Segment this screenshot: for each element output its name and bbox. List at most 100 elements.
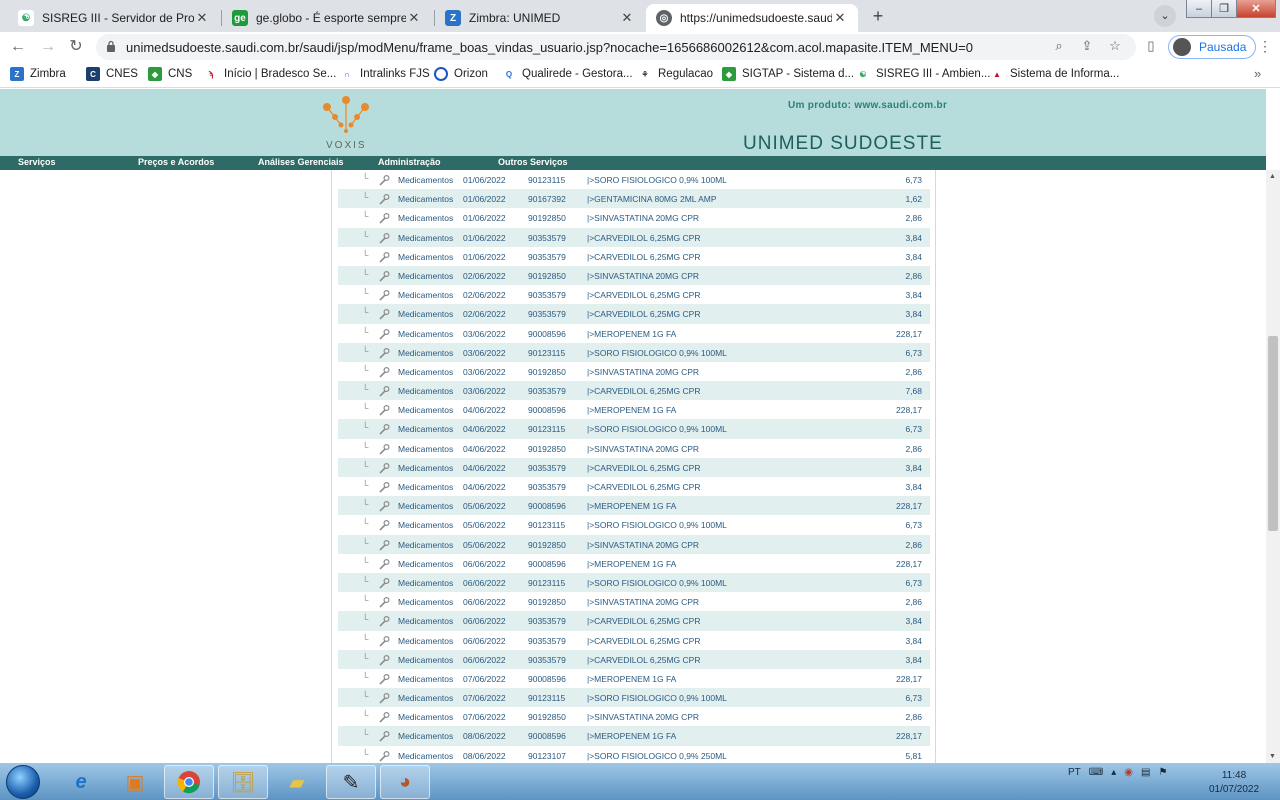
file-explorer-icon[interactable]: 🗄 (218, 765, 268, 799)
menu-administracao[interactable]: Administração (378, 157, 441, 167)
more-menu-icon[interactable]: ⋮ (1258, 38, 1272, 55)
forward-arrow-icon[interactable]: → (38, 37, 58, 57)
menu-analises-gerenciais[interactable]: Análises Gerenciais (258, 157, 344, 167)
more-bookmarks-icon[interactable]: » (1254, 66, 1261, 81)
menu-precos-acordos[interactable]: Preços e Acordos (138, 157, 214, 167)
keyboard-icon[interactable]: ⌨ (1089, 767, 1103, 778)
tab-search-button[interactable]: ⌄ (1154, 5, 1176, 27)
chrome-icon[interactable] (164, 765, 214, 799)
tab-unimed-active[interactable]: ◎ https://unimedsudoeste.saudi.com.br ✕ (646, 4, 858, 32)
table-row[interactable]: └ Medicamentos 01/06/2022 90353579 |>CARVEDI… (338, 227, 930, 247)
edit-wrench-icon[interactable] (378, 404, 390, 416)
edit-wrench-icon[interactable] (378, 328, 390, 340)
table-row[interactable]: └ Medicamentos 04/06/2022 90192850 |>SINVAST… (338, 439, 930, 458)
scroll-down-arrow-icon[interactable]: ▼ (1269, 753, 1276, 760)
table-row[interactable]: └ Medicamentos 04/06/2022 90353579 |>CARVEDI… (338, 477, 930, 496)
table-row[interactable]: └ Medicamentos 06/06/2022 90353579 |>CARVEDI… (338, 611, 930, 631)
edit-wrench-icon[interactable] (378, 635, 390, 647)
system-clock[interactable]: 11:48 01/07/2022 (1196, 769, 1272, 797)
table-row[interactable]: └ Medicamentos 05/06/2022 90008596 |>MEROPEN… (338, 496, 930, 516)
bookmark-item[interactable]: ▲ Sistema de Informa... (990, 67, 1119, 81)
edit-wrench-icon[interactable] (378, 174, 390, 186)
table-row[interactable]: └ Medicamentos 01/06/2022 90192850 |>SINVAST… (338, 208, 930, 227)
edit-wrench-icon[interactable] (378, 385, 390, 397)
edit-wrench-icon[interactable] (378, 232, 390, 244)
bookmark-item[interactable]: ◆ CNS (148, 67, 192, 81)
folder-icon[interactable]: ▰ (272, 765, 322, 799)
table-row[interactable]: └ Medicamentos 03/06/2022 90008596 |>MEROPEN… (338, 324, 930, 343)
edit-wrench-icon[interactable] (378, 673, 390, 685)
vertical-scrollbar[interactable]: ▲ ▼ (1266, 170, 1280, 763)
edit-wrench-icon[interactable] (378, 539, 390, 551)
edit-wrench-icon[interactable] (378, 423, 390, 436)
edit-wrench-icon[interactable] (378, 654, 390, 666)
edit-wrench-icon[interactable] (378, 251, 390, 263)
table-row[interactable]: └ Medicamentos 06/06/2022 90353579 |>CARVEDI… (338, 649, 930, 669)
table-row[interactable]: └ Medicamentos 01/06/2022 90123115 |>SORO FI… (338, 170, 930, 189)
edit-wrench-icon[interactable] (378, 462, 390, 474)
reload-icon[interactable]: ↻ (66, 37, 86, 57)
tab-zimbra[interactable]: Z Zimbra: UNIMED ✕ (435, 4, 645, 32)
edit-wrench-icon[interactable] (378, 347, 390, 359)
network-icon[interactable]: ▤ (1141, 767, 1150, 778)
table-row[interactable]: └ Medicamentos 06/06/2022 90008596 |>MEROPEN… (338, 554, 930, 573)
minimize-button[interactable]: – (1186, 0, 1212, 18)
table-row[interactable]: └ Medicamentos 01/06/2022 90353579 |>CARVEDI… (338, 247, 930, 266)
table-row[interactable]: └ Medicamentos 06/06/2022 90353579 |>CARVEDI… (338, 631, 930, 650)
table-row[interactable]: └ Medicamentos 05/06/2022 90192850 |>SINVAST… (338, 534, 930, 554)
edit-wrench-icon[interactable] (378, 730, 390, 743)
zoom-icon[interactable]: ⌕ (1050, 37, 1068, 55)
language-indicator[interactable]: PT (1068, 767, 1081, 778)
bookmark-item[interactable]: ◆ SIGTAP - Sistema d... (722, 67, 854, 81)
edit-wrench-icon[interactable] (378, 711, 390, 723)
bookmark-item[interactable]: Q Qualirede - Gestora... (502, 67, 633, 81)
table-row[interactable]: └ Medicamentos 04/06/2022 90123115 |>SORO FI… (338, 419, 930, 439)
table-row[interactable]: └ Medicamentos 04/06/2022 90008596 |>MEROPEN… (338, 400, 930, 419)
edit-wrench-icon[interactable] (378, 481, 390, 493)
edit-wrench-icon[interactable] (378, 692, 390, 704)
table-row[interactable]: └ Medicamentos 06/06/2022 90123115 |>SORO FI… (338, 572, 930, 593)
bookmark-star-icon[interactable]: ☆ (1106, 37, 1124, 55)
bookmark-item[interactable]: ☯ SISREG III - Ambien... (856, 67, 990, 81)
syringe-app-icon[interactable]: ✎ (326, 765, 376, 799)
edit-wrench-icon[interactable] (378, 577, 390, 589)
share-icon[interactable]: ⇪ (1078, 37, 1096, 55)
back-arrow-icon[interactable]: ← (8, 37, 28, 57)
table-row[interactable]: └ Medicamentos 07/06/2022 90192850 |>SINVAST… (338, 707, 930, 726)
table-row[interactable]: └ Medicamentos 01/06/2022 90167392 |>GENTAMI… (338, 189, 930, 209)
side-panel-icon[interactable]: ▯ (1142, 37, 1160, 55)
table-row[interactable]: └ Medicamentos 03/06/2022 90192850 |>SINVAST… (338, 362, 930, 381)
scrollbar-thumb[interactable] (1268, 336, 1278, 531)
menu-outros-servicos[interactable]: Outros Serviços (498, 157, 568, 167)
close-icon[interactable]: ✕ (832, 10, 848, 26)
close-window-button[interactable]: ✕ (1236, 0, 1276, 18)
menu-servicos[interactable]: Serviços (18, 157, 56, 167)
bookmark-item[interactable]: ϡ Início | Bradesco Se... (204, 67, 336, 81)
edit-wrench-icon[interactable] (378, 596, 390, 608)
table-row[interactable]: └ Medicamentos 04/06/2022 90353579 |>CARVEDI… (338, 457, 930, 477)
table-row[interactable]: └ Medicamentos 02/06/2022 90192850 |>SINVAST… (338, 265, 930, 286)
bookmark-item[interactable]: ⚘ Regulacao (638, 67, 713, 81)
bookmark-item[interactable]: C CNES (86, 67, 138, 81)
table-row[interactable]: └ Medicamentos 07/06/2022 90008596 |>MEROPEN… (338, 669, 930, 688)
edit-wrench-icon[interactable] (378, 270, 390, 282)
profile-button[interactable]: Pausada (1168, 35, 1256, 59)
bookmark-item[interactable]: ∩ Intralinks FJS (340, 67, 430, 81)
table-row[interactable]: └ Medicamentos 06/06/2022 90192850 |>SINVAST… (338, 592, 930, 611)
media-player-icon[interactable]: ▣ (110, 765, 160, 799)
table-row[interactable]: └ Medicamentos 03/06/2022 90123115 |>SORO FI… (338, 342, 930, 362)
new-tab-button[interactable]: + (868, 6, 888, 26)
table-row[interactable]: └ Medicamentos 07/06/2022 90123115 |>SORO FI… (338, 688, 930, 708)
table-row[interactable]: └ Medicamentos 05/06/2022 90123115 |>SORO FI… (338, 515, 930, 534)
address-bar[interactable]: unimedsudoeste.saudi.com.br/saudi/jsp/mo… (96, 34, 1136, 60)
volume-muted-icon[interactable]: ◉ (1124, 767, 1133, 778)
action-center-flag-icon[interactable]: ⚑ (1158, 767, 1167, 778)
edit-wrench-icon[interactable] (378, 289, 390, 301)
edit-wrench-icon[interactable] (378, 519, 390, 531)
edit-wrench-icon[interactable] (378, 212, 390, 224)
tab-sisreg[interactable]: ☯ SISREG III - Servidor de Producao ✕ (8, 4, 220, 32)
table-row[interactable]: └ Medicamentos 02/06/2022 90353579 |>CARVEDI… (338, 304, 930, 324)
edit-wrench-icon[interactable] (378, 366, 390, 378)
paint-icon[interactable]: ◕ (380, 765, 430, 799)
maximize-button[interactable]: ❐ (1211, 0, 1237, 18)
